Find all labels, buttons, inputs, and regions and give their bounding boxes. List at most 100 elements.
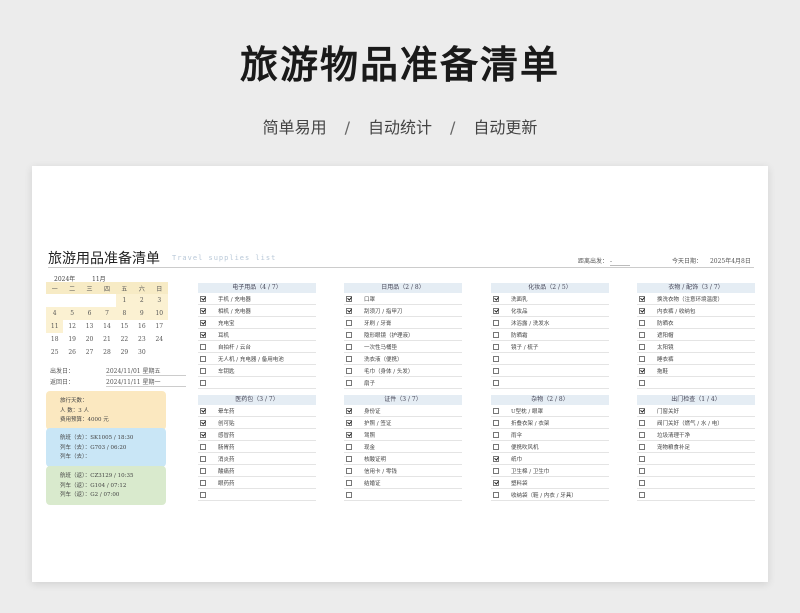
item-checkbox[interactable]: [200, 308, 206, 314]
item-checkbox[interactable]: [639, 432, 645, 438]
calendar-day[interactable]: 20: [81, 333, 98, 346]
calendar-day[interactable]: 29: [116, 346, 133, 359]
item-checkbox[interactable]: [346, 344, 352, 350]
item-checkbox[interactable]: [200, 380, 206, 386]
item-checkbox[interactable]: [639, 456, 645, 462]
calendar-day[interactable]: 17: [151, 320, 168, 333]
item-checkbox[interactable]: [346, 480, 352, 486]
item-checkbox[interactable]: [639, 308, 645, 314]
item-label: 眼药药: [218, 481, 235, 487]
calendar-day[interactable]: 10: [150, 307, 168, 320]
item-checkbox[interactable]: [200, 356, 206, 362]
item-checkbox[interactable]: [493, 296, 499, 302]
calendar-day[interactable]: 24: [151, 333, 168, 346]
calendar-day[interactable]: 30: [133, 346, 150, 359]
item-checkbox[interactable]: [200, 296, 206, 302]
calendar-day[interactable]: 14: [98, 320, 115, 333]
calendar-day[interactable]: 13: [81, 320, 98, 333]
item-checkbox[interactable]: [493, 468, 499, 474]
item-checkbox[interactable]: [200, 320, 206, 326]
item-checkbox[interactable]: [639, 492, 645, 498]
item-checkbox[interactable]: [200, 344, 206, 350]
item-checkbox[interactable]: [639, 408, 645, 414]
item-checkbox[interactable]: [639, 344, 645, 350]
calendar-day[interactable]: 11: [46, 320, 64, 333]
item-checkbox[interactable]: [346, 456, 352, 462]
calendar-day[interactable]: 8: [115, 307, 134, 320]
item-checkbox[interactable]: [493, 492, 499, 498]
item-checkbox[interactable]: [346, 356, 352, 362]
item-checkbox[interactable]: [346, 296, 352, 302]
item-checkbox[interactable]: [639, 468, 645, 474]
calendar-day[interactable]: 4: [46, 307, 64, 320]
item-checkbox[interactable]: [200, 444, 206, 450]
calendar-day[interactable]: 3: [150, 294, 168, 307]
item-checkbox[interactable]: [346, 380, 352, 386]
item-checkbox[interactable]: [639, 320, 645, 326]
item-checkbox[interactable]: [200, 420, 206, 426]
item-checkbox[interactable]: [346, 420, 352, 426]
item-checkbox[interactable]: [493, 432, 499, 438]
item-checkbox[interactable]: [493, 368, 499, 374]
item-checkbox[interactable]: [200, 492, 206, 498]
item-checkbox[interactable]: [200, 368, 206, 374]
item-checkbox[interactable]: [200, 456, 206, 462]
calendar-day[interactable]: 2: [133, 294, 151, 307]
item-checkbox[interactable]: [493, 480, 499, 486]
calendar-day[interactable]: 26: [63, 346, 80, 359]
item-checkbox[interactable]: [639, 380, 645, 386]
calendar-day[interactable]: 25: [46, 346, 63, 359]
item-checkbox[interactable]: [346, 468, 352, 474]
item-checkbox[interactable]: [346, 332, 352, 338]
item-checkbox[interactable]: [493, 420, 499, 426]
calendar-day[interactable]: 18: [46, 333, 63, 346]
return-date[interactable]: 2024/11/11 星期一: [106, 377, 186, 387]
item-checkbox[interactable]: [200, 332, 206, 338]
item-checkbox[interactable]: [639, 296, 645, 302]
item-checkbox[interactable]: [346, 492, 352, 498]
item-checkbox[interactable]: [200, 408, 206, 414]
item-checkbox[interactable]: [493, 380, 499, 386]
checklist-item: 沐浴露 / 洗发水: [491, 317, 609, 329]
item-checkbox[interactable]: [200, 468, 206, 474]
checklist-item: 内衣裤 / 收纳包: [637, 305, 755, 317]
item-checkbox[interactable]: [493, 408, 499, 414]
item-checkbox[interactable]: [639, 420, 645, 426]
item-checkbox[interactable]: [346, 308, 352, 314]
item-checkbox[interactable]: [346, 368, 352, 374]
calendar-day[interactable]: 15: [116, 320, 133, 333]
item-checkbox[interactable]: [493, 456, 499, 462]
item-checkbox[interactable]: [493, 320, 499, 326]
calendar-day[interactable]: 19: [63, 333, 80, 346]
calendar-day[interactable]: 6: [80, 307, 99, 320]
calendar-day[interactable]: 22: [116, 333, 133, 346]
calendar-day[interactable]: 28: [98, 346, 115, 359]
item-checkbox[interactable]: [200, 480, 206, 486]
item-checkbox[interactable]: [346, 408, 352, 414]
calendar-day[interactable]: 5: [63, 307, 81, 320]
item-checkbox[interactable]: [639, 368, 645, 374]
calendar-day[interactable]: 1: [115, 294, 134, 307]
item-checkbox[interactable]: [493, 356, 499, 362]
item-checkbox[interactable]: [639, 332, 645, 338]
item-checkbox[interactable]: [639, 480, 645, 486]
depart-date[interactable]: 2024/11/01 星期五: [106, 366, 186, 376]
calendar-day[interactable]: 12: [63, 320, 80, 333]
item-checkbox[interactable]: [493, 308, 499, 314]
calendar-day[interactable]: 23: [133, 333, 150, 346]
item-checkbox[interactable]: [493, 444, 499, 450]
calendar-day[interactable]: 9: [133, 307, 151, 320]
item-checkbox[interactable]: [493, 344, 499, 350]
calendar-day[interactable]: 7: [98, 307, 116, 320]
calendar-day[interactable]: 27: [81, 346, 98, 359]
countdown-value[interactable]: -: [609, 258, 630, 266]
calendar-day[interactable]: 21: [98, 333, 115, 346]
item-checkbox[interactable]: [493, 332, 499, 338]
calendar-day[interactable]: 16: [133, 320, 150, 333]
item-checkbox[interactable]: [346, 320, 352, 326]
item-checkbox[interactable]: [200, 432, 206, 438]
item-checkbox[interactable]: [639, 356, 645, 362]
item-checkbox[interactable]: [346, 432, 352, 438]
item-checkbox[interactable]: [346, 444, 352, 450]
item-checkbox[interactable]: [639, 444, 645, 450]
